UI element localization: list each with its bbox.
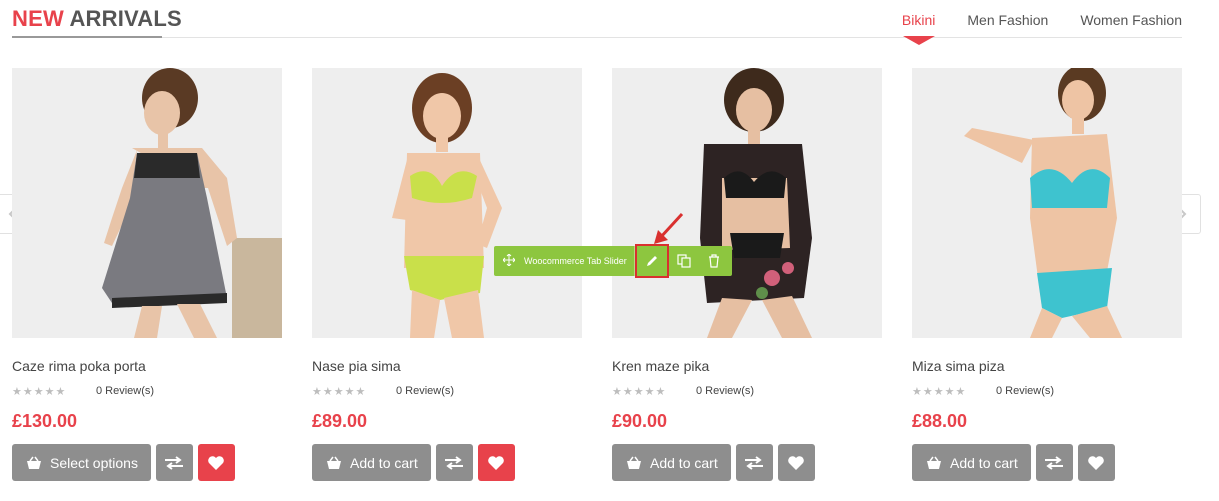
compare-button[interactable] — [435, 444, 473, 481]
product-rating: ★★★★★ 0 Review(s) — [912, 384, 1182, 398]
product-card: Miza sima piza ★★★★★ 0 Review(s) £88.00 … — [912, 68, 1182, 481]
rating-stars-icon: ★★★★★ — [312, 385, 367, 398]
cart-button-label: Select options — [50, 454, 138, 471]
compare-button[interactable] — [735, 444, 773, 481]
tab-women-fashion[interactable]: Women Fashion — [1080, 12, 1182, 28]
title-accent: NEW — [12, 6, 64, 31]
heart-icon — [1088, 455, 1105, 470]
wishlist-button[interactable] — [197, 444, 235, 481]
tab-bikini[interactable]: Bikini — [901, 12, 936, 45]
title-underline — [12, 36, 162, 38]
compare-arrows-icon — [445, 455, 464, 470]
select-options-button[interactable]: Select options — [12, 444, 151, 481]
active-tab-pointer — [902, 36, 935, 45]
move-handle[interactable] — [494, 253, 524, 269]
section-header: NEW ARRIVALS Bikini Men Fashion Women Fa… — [12, 0, 1182, 45]
wishlist-button[interactable] — [1077, 444, 1115, 481]
cart-button-label: Add to cart — [350, 454, 418, 471]
cart-button-label: Add to cart — [650, 454, 718, 471]
heart-icon — [788, 455, 805, 470]
cart-button-label: Add to cart — [950, 454, 1018, 471]
category-tabs: Bikini Men Fashion Women Fashion — [870, 12, 1182, 45]
compare-button[interactable] — [1035, 444, 1073, 481]
basket-icon — [327, 456, 341, 469]
product-name[interactable]: Nase pia sima — [312, 358, 582, 376]
tab-label: Men Fashion — [967, 12, 1049, 28]
product-name[interactable]: Miza sima piza — [912, 358, 1182, 376]
section-title: NEW ARRIVALS — [12, 6, 182, 32]
compare-button[interactable] — [155, 444, 193, 481]
heart-icon — [488, 455, 505, 470]
title-rest: ARRIVALS — [69, 6, 182, 31]
review-count: 0 Review(s) — [396, 385, 455, 397]
product-image[interactable] — [612, 68, 882, 338]
toolbar-element-label: Woocommerce Tab Slider — [524, 256, 627, 266]
review-count: 0 Review(s) — [696, 385, 755, 397]
heart-icon — [208, 455, 225, 470]
wishlist-button[interactable] — [777, 444, 815, 481]
product-actions: Add to cart — [912, 444, 1182, 481]
add-to-cart-button[interactable]: Add to cart — [312, 444, 431, 481]
product-price: £130.00 — [12, 411, 78, 431]
product-price: £89.00 — [312, 411, 368, 431]
review-count: 0 Review(s) — [996, 385, 1055, 397]
duplicate-element-button[interactable] — [669, 246, 699, 276]
product-price: £88.00 — [912, 411, 968, 431]
product-name[interactable]: Kren maze pika — [612, 358, 882, 376]
product-name[interactable]: Caze rima poka porta — [12, 358, 282, 376]
product-rating: ★★★★★ 0 Review(s) — [612, 384, 882, 398]
basket-icon — [927, 456, 941, 469]
annotation-arrow-icon — [654, 212, 684, 244]
product-rating: ★★★★★ 0 Review(s) — [12, 384, 282, 398]
basket-icon — [627, 456, 641, 469]
element-toolbar: Woocommerce Tab Slider — [494, 244, 732, 278]
product-image[interactable] — [12, 68, 282, 338]
move-icon — [502, 253, 516, 266]
product-image[interactable] — [912, 68, 1182, 338]
product-image[interactable] — [312, 68, 582, 338]
edit-element-button[interactable] — [635, 244, 669, 278]
product-actions: Select options — [12, 444, 282, 481]
product-actions: Add to cart — [612, 444, 882, 481]
pencil-icon — [647, 256, 657, 266]
compare-arrows-icon — [745, 455, 764, 470]
delete-element-button[interactable] — [699, 246, 729, 276]
trash-icon — [709, 254, 719, 268]
rating-stars-icon: ★★★★★ — [912, 385, 967, 398]
review-count: 0 Review(s) — [96, 385, 155, 397]
tab-label: Bikini — [901, 12, 936, 28]
rating-stars-icon: ★★★★★ — [12, 385, 67, 398]
add-to-cart-button[interactable]: Add to cart — [612, 444, 731, 481]
basket-icon — [27, 456, 41, 469]
product-price: £90.00 — [612, 411, 668, 431]
add-to-cart-button[interactable]: Add to cart — [912, 444, 1031, 481]
product-card: Caze rima poka porta ★★★★★ 0 Review(s) £… — [12, 68, 282, 481]
product-actions: Add to cart — [312, 444, 582, 481]
wishlist-button[interactable] — [477, 444, 515, 481]
product-rating: ★★★★★ 0 Review(s) — [312, 384, 582, 398]
compare-arrows-icon — [1045, 455, 1064, 470]
duplicate-icon — [677, 254, 691, 268]
tab-men-fashion[interactable]: Men Fashion — [967, 12, 1048, 28]
compare-arrows-icon — [165, 455, 184, 470]
rating-stars-icon: ★★★★★ — [612, 385, 667, 398]
tab-label: Women Fashion — [1080, 12, 1182, 28]
